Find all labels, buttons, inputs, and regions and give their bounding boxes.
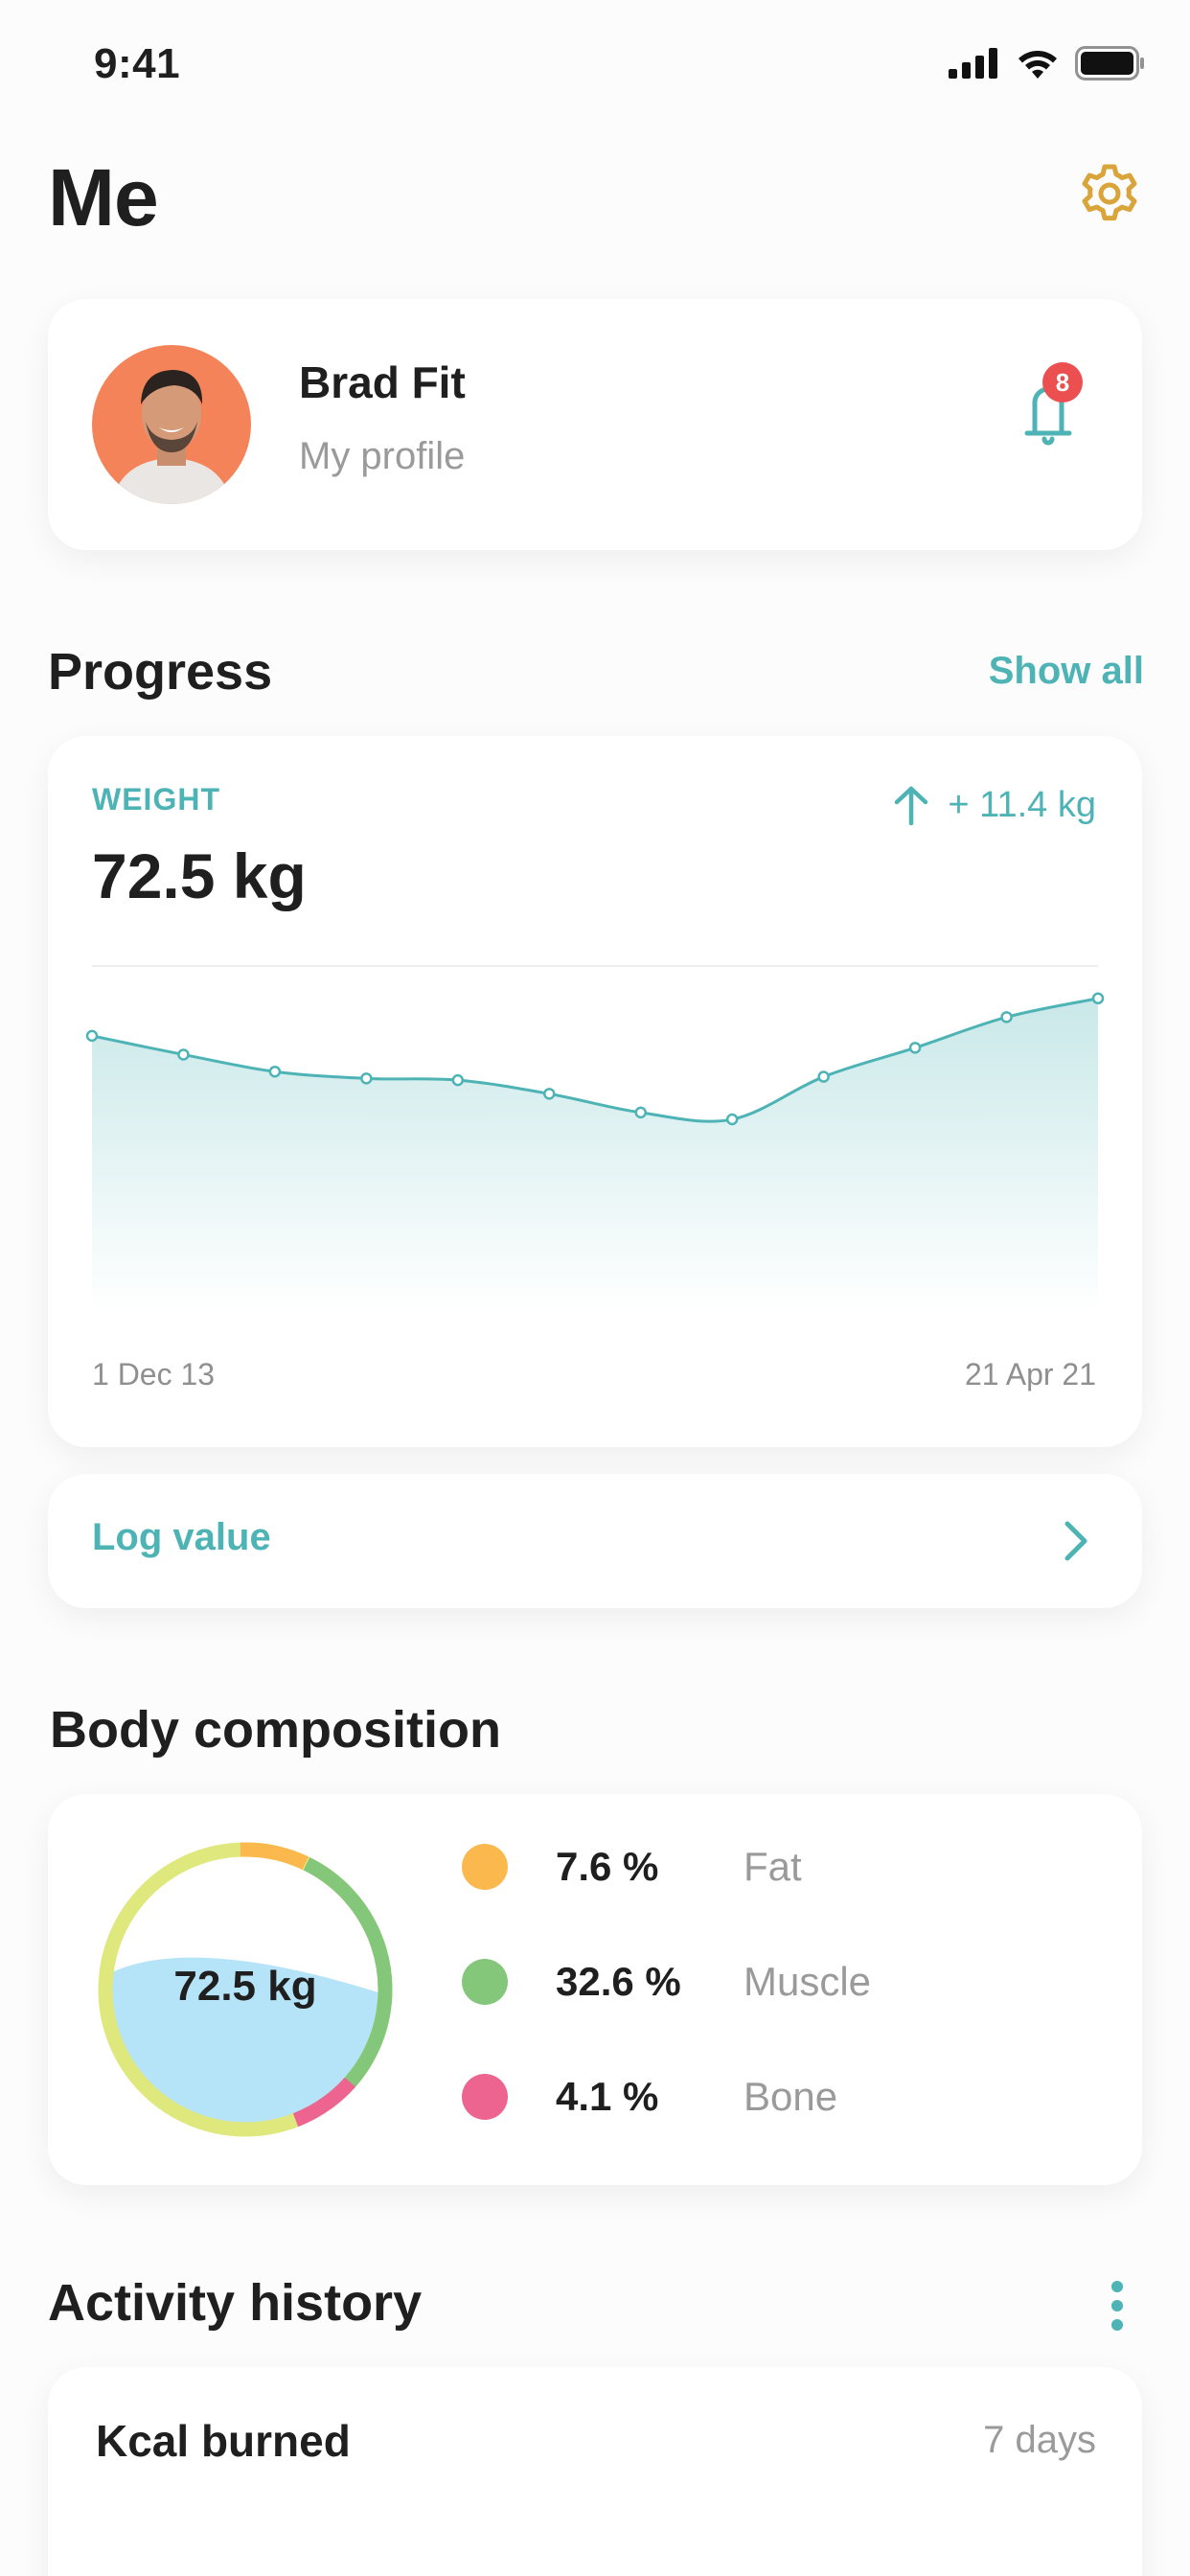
avatar <box>92 345 251 504</box>
bone-value: 4.1 % <box>556 2074 659 2119</box>
bone-dot <box>462 2074 508 2120</box>
chart-point <box>543 1088 556 1100</box>
chart-point <box>817 1070 830 1083</box>
profile-link[interactable]: My profile <box>299 435 465 478</box>
chart-point <box>85 1029 99 1043</box>
composition-center-value: 72.5 kg <box>173 1963 317 2010</box>
chart-date-end: 21 Apr 21 <box>965 1357 1096 1392</box>
activity-history-title: Activity history <box>48 2274 423 2332</box>
legend-item-fat: 7.6 % Fat <box>462 1838 802 1896</box>
legend-item-muscle: 32.6 % Muscle <box>462 1953 871 2011</box>
muscle-value: 32.6 % <box>556 1959 681 2004</box>
notification-badge: 8 <box>1042 362 1083 402</box>
muscle-label: Muscle <box>744 1959 872 2004</box>
chart-area-fill <box>92 998 1098 1311</box>
activity-card[interactable]: Kcal burned 7 days <box>48 2367 1142 2576</box>
chevron-right-icon <box>1064 1521 1087 1561</box>
gear-icon <box>1082 164 1137 221</box>
progress-title: Progress <box>48 643 273 701</box>
body-composition-title: Body composition <box>50 1701 501 1759</box>
body-composition-card[interactable]: 72.5 kg 7.6 % Fat 32.6 % Muscle 4.1 % Bo… <box>48 1794 1142 2185</box>
fat-value: 7.6 % <box>556 1844 659 1889</box>
weight-value: 72.5 kg <box>92 840 307 911</box>
chart-point <box>908 1042 922 1054</box>
chart-point <box>634 1106 647 1119</box>
more-vertical-icon <box>1111 2281 1123 2331</box>
chart-date-start: 1 Dec 13 <box>92 1357 216 1392</box>
more-options-button[interactable] <box>1108 2277 1127 2334</box>
chart-point <box>1000 1011 1013 1024</box>
legend-item-bone: 4.1 % Bone <box>462 2068 837 2126</box>
profile-name: Brad Fit <box>299 357 466 407</box>
status-time: 9:41 <box>94 40 181 87</box>
kcal-burned-label: Kcal burned <box>96 2416 351 2466</box>
chart-point <box>177 1048 190 1061</box>
chart-point <box>1091 992 1105 1005</box>
notifications-button[interactable]: 8 <box>1006 362 1083 448</box>
log-value-button[interactable]: Log value <box>48 1474 1142 1608</box>
profile-card[interactable]: Brad Fit My profile 8 <box>48 299 1142 550</box>
bone-label: Bone <box>744 2074 838 2119</box>
chart-point <box>360 1072 373 1085</box>
signal-icon <box>949 48 997 79</box>
show-all-link[interactable]: Show all <box>989 650 1144 693</box>
page-title: Me <box>48 152 159 242</box>
chart-point <box>451 1073 465 1087</box>
battery-icon <box>1075 46 1144 80</box>
fat-label: Fat <box>744 1844 802 1889</box>
status-icons <box>949 46 1146 80</box>
weight-change: + 11.4 kg <box>892 784 1096 826</box>
fat-dot <box>462 1844 508 1890</box>
wifi-icon <box>1018 51 1057 79</box>
muscle-dot <box>462 1959 508 2005</box>
settings-button[interactable] <box>1079 163 1140 224</box>
weight-card[interactable]: WEIGHT 72.5 kg + 11.4 kg 1 Dec 13 21 Apr… <box>48 736 1142 1447</box>
chart-point <box>268 1065 282 1078</box>
chart-point <box>725 1113 739 1126</box>
log-value-label: Log value <box>92 1516 271 1558</box>
weight-change-value: + 11.4 kg <box>948 784 1096 825</box>
period-selector[interactable]: 7 days <box>983 2419 1096 2462</box>
weight-label: WEIGHT <box>92 782 220 816</box>
arrow-up-icon <box>895 786 928 826</box>
